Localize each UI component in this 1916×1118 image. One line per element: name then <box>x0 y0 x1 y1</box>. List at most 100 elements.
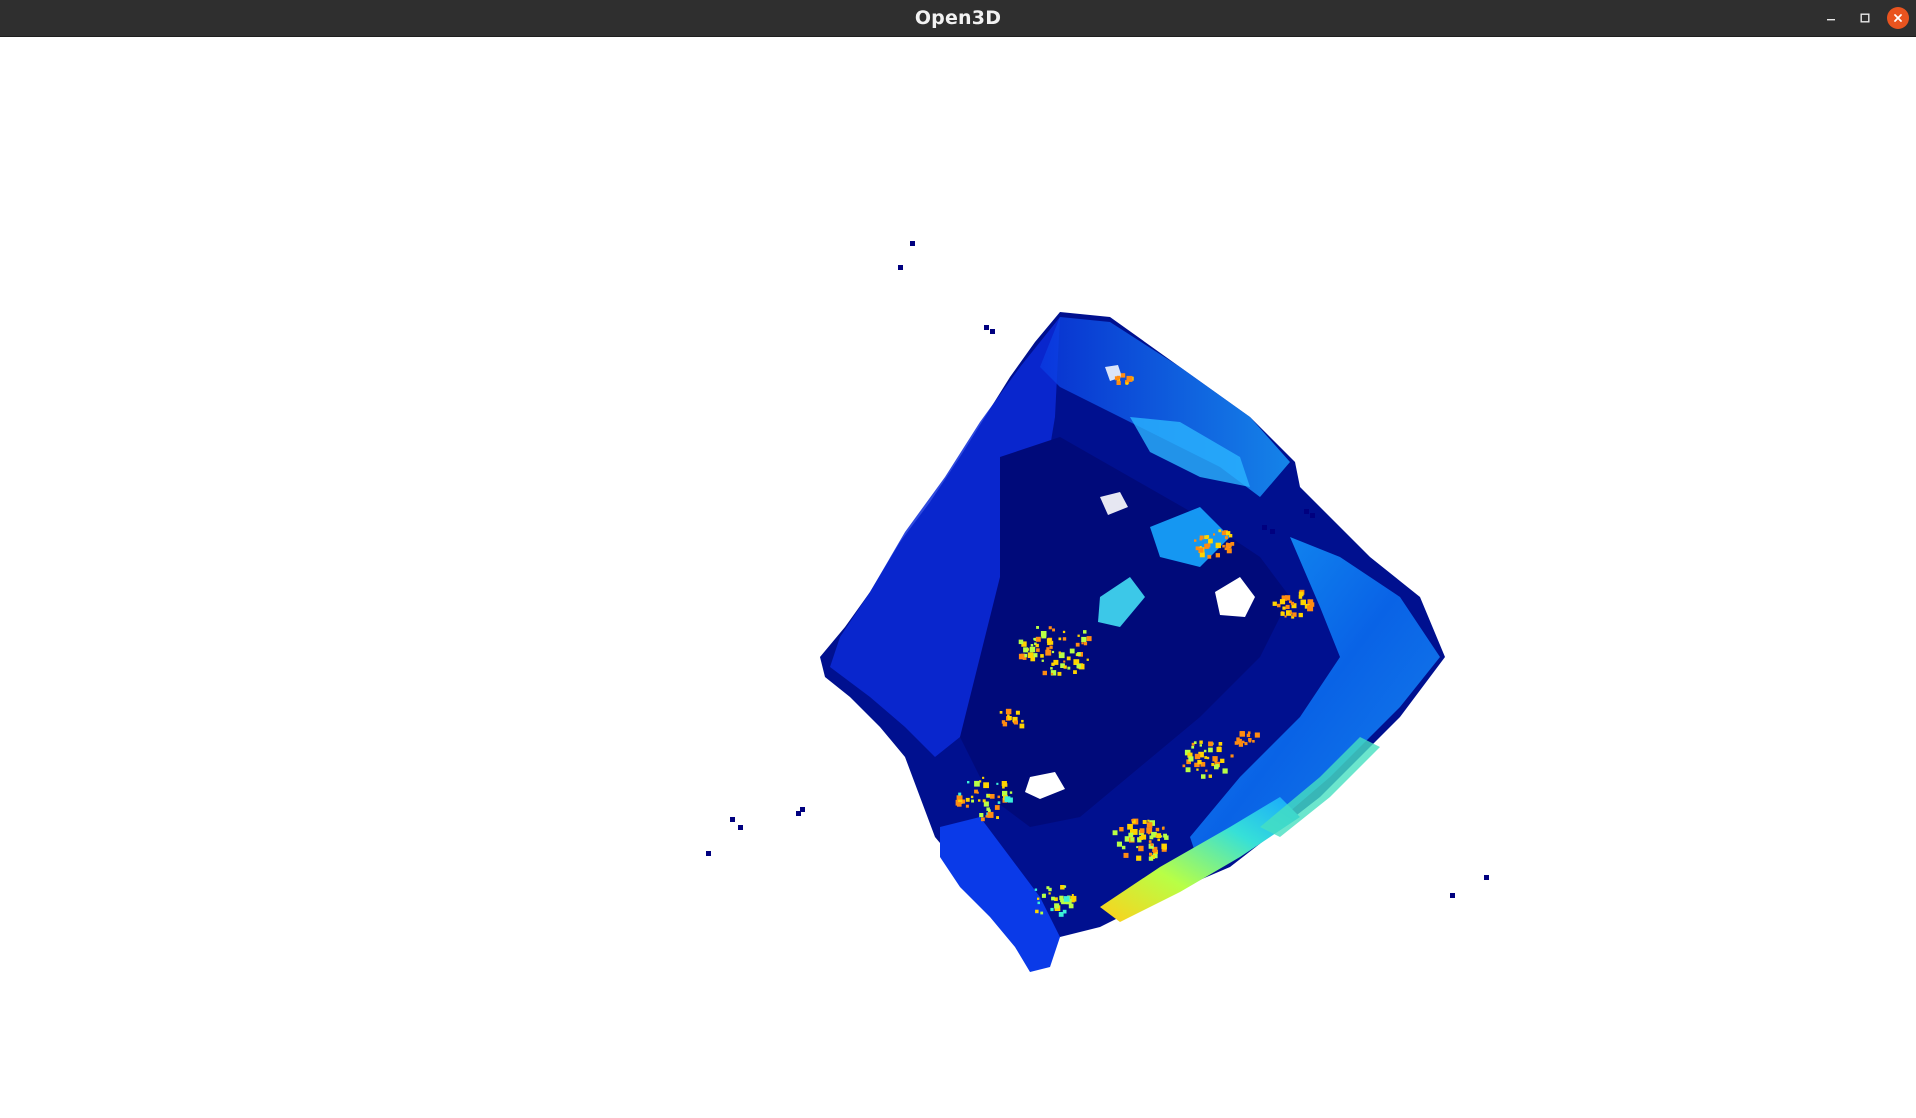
speckle-point <box>1081 642 1084 645</box>
outlier-point <box>910 241 915 246</box>
speckle-point <box>1001 720 1006 724</box>
speckle-point <box>1040 654 1044 658</box>
speckle-point <box>1208 747 1213 753</box>
speckle-point <box>1041 659 1044 662</box>
speckle-point <box>1236 737 1240 741</box>
speckle-point <box>1191 745 1195 749</box>
speckle-point <box>1023 647 1029 653</box>
speckle-point <box>1216 746 1222 753</box>
speckle-point <box>1116 841 1122 847</box>
speckle-point <box>1015 710 1020 715</box>
speckle-point <box>1086 636 1092 642</box>
speckle-point <box>1218 529 1222 533</box>
speckle-point <box>1292 612 1297 617</box>
speckle-point <box>1148 840 1152 843</box>
speckle-point <box>1051 662 1055 666</box>
speckle-point <box>982 799 986 803</box>
speckle-point <box>1136 846 1139 849</box>
outlier-point <box>730 817 735 822</box>
speckle-point <box>1193 741 1197 744</box>
speckle-point <box>982 776 985 779</box>
speckle-point <box>1208 741 1213 747</box>
speckle-point <box>1284 615 1287 618</box>
speckle-point <box>958 792 962 796</box>
speckle-point <box>1213 533 1216 536</box>
point-cloud-body <box>820 312 1445 972</box>
speckle-point <box>1048 626 1052 630</box>
speckle-point <box>1202 763 1206 766</box>
speckle-point <box>1290 601 1295 606</box>
minimize-button[interactable] <box>1820 7 1842 29</box>
speckle-point <box>1201 774 1206 779</box>
speckle-point <box>1218 742 1223 746</box>
speckle-point <box>1220 758 1225 763</box>
outlier-point <box>706 851 711 856</box>
speckle-point <box>981 817 985 822</box>
speckle-point <box>1280 611 1285 616</box>
speckle-point <box>1033 653 1038 658</box>
title-bar[interactable]: Open3D <box>0 0 1916 37</box>
speckle-point <box>1081 636 1087 643</box>
speckle-point <box>1018 653 1025 660</box>
speckle-point <box>1156 833 1162 838</box>
speckle-point <box>1040 911 1044 915</box>
speckle-point <box>1128 832 1134 838</box>
speckle-point <box>1212 756 1218 762</box>
speckle-point <box>1112 830 1118 836</box>
speckle-point <box>1147 819 1150 822</box>
speckle-point <box>1150 843 1154 846</box>
speckle-point <box>985 815 988 818</box>
speckle-point <box>1036 626 1039 629</box>
speckle-point <box>1285 604 1290 609</box>
maximize-icon <box>1859 12 1871 24</box>
speckle-point <box>1230 754 1234 758</box>
speckle-point <box>1254 732 1260 738</box>
speckle-point <box>979 813 984 818</box>
speckle-point <box>1272 601 1277 606</box>
open3d-window: Open3D <box>0 0 1916 1118</box>
speckle-point <box>957 802 962 807</box>
speckle-point <box>1194 753 1201 760</box>
speckle-point <box>1123 852 1129 858</box>
speckle-point <box>1009 791 1013 794</box>
speckle-point <box>1046 638 1052 643</box>
speckle-point <box>1035 636 1041 642</box>
speckle-point <box>1052 628 1055 632</box>
outlier-point <box>800 807 805 812</box>
window-title: Open3D <box>914 7 1002 29</box>
speckle-point <box>1285 595 1291 601</box>
speckle-point <box>1131 819 1134 822</box>
speckle-point <box>1076 663 1081 669</box>
speckle-point <box>996 816 999 819</box>
close-button[interactable] <box>1887 7 1909 29</box>
speckle-point <box>1083 630 1087 634</box>
speckle-point <box>1206 756 1210 760</box>
speckle-point <box>1157 838 1160 842</box>
render-viewport[interactable] <box>0 37 1916 1118</box>
outlier-point <box>1484 875 1489 880</box>
speckle-point <box>1239 731 1245 736</box>
speckle-point <box>1051 650 1055 654</box>
speckle-point <box>1067 666 1071 670</box>
outlier-point <box>984 325 989 330</box>
speckle-point <box>1247 731 1251 734</box>
outlier-point <box>1262 525 1267 530</box>
speckle-point <box>1161 843 1167 850</box>
speckle-point <box>1042 670 1047 676</box>
speckle-point <box>1034 888 1038 891</box>
speckle-point <box>997 801 1001 804</box>
speckle-point <box>1054 903 1060 909</box>
speckle-point <box>988 809 991 813</box>
speckle-point <box>1057 671 1062 676</box>
speckle-point <box>1086 658 1089 661</box>
point-cloud-canvas <box>706 241 1489 972</box>
speckle-point <box>1215 553 1220 558</box>
speckle-point <box>1120 373 1126 378</box>
outlier-point <box>1304 509 1309 514</box>
speckle-point <box>1205 546 1208 549</box>
speckle-point <box>1238 742 1243 747</box>
speckle-point <box>999 711 1003 714</box>
outlier-point <box>1450 893 1455 898</box>
maximize-button[interactable] <box>1854 7 1876 29</box>
speckle-point <box>1298 591 1304 597</box>
